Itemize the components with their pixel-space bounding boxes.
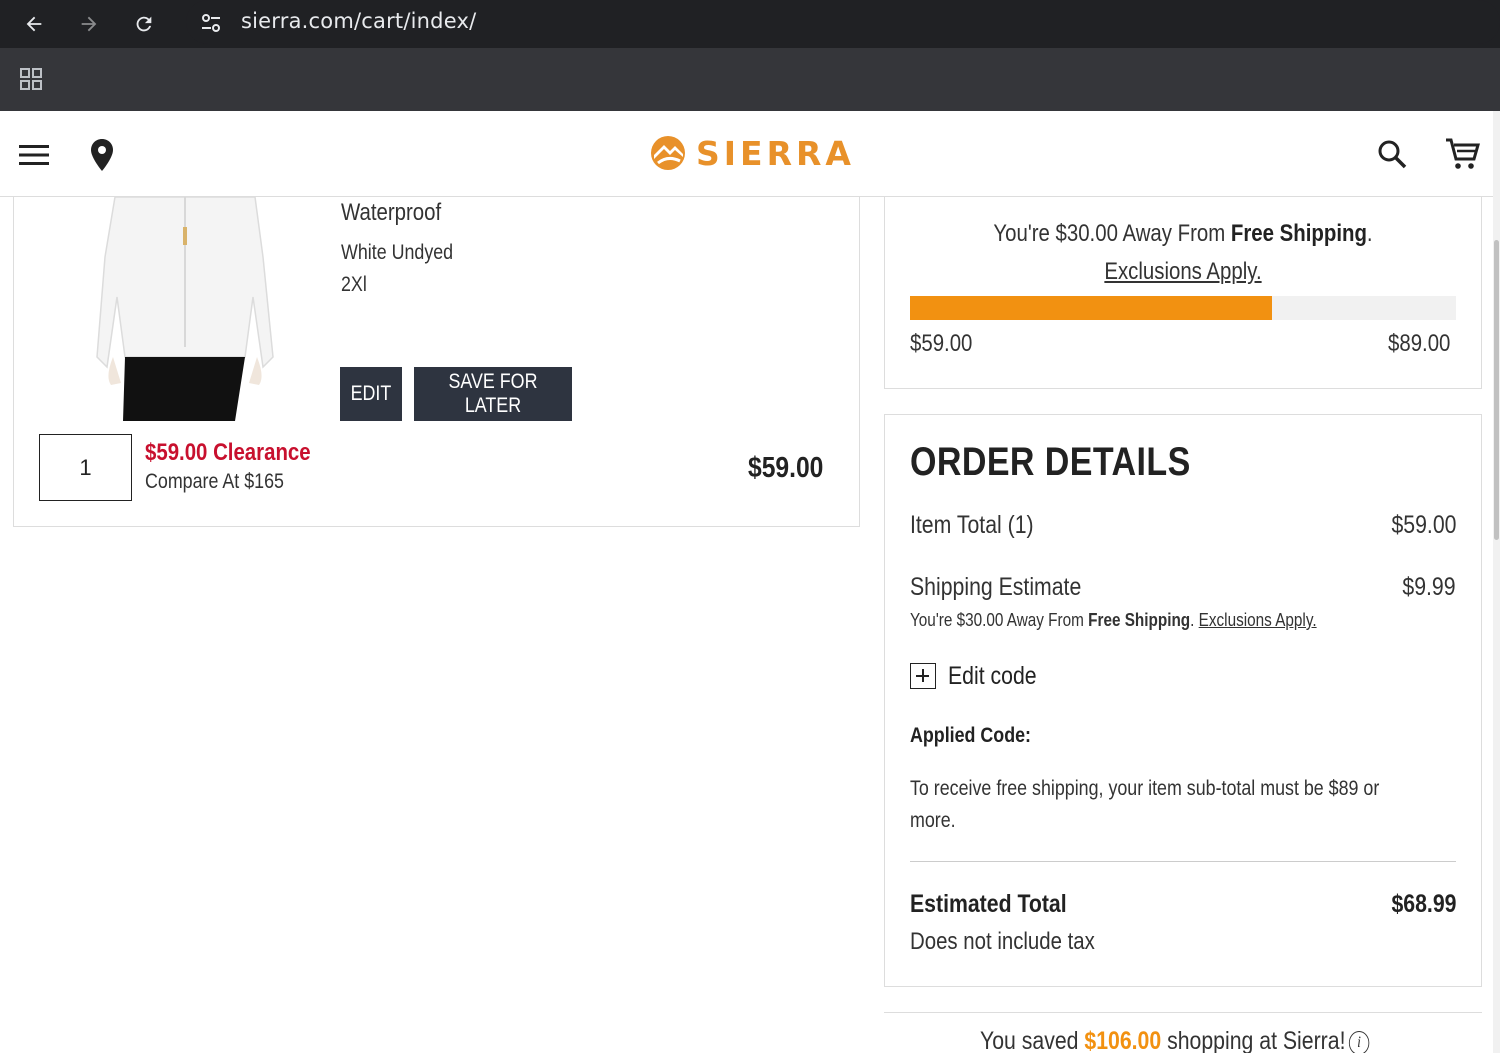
sale-price: $59.00 Clearance — [145, 439, 311, 466]
back-arrow-icon[interactable] — [18, 8, 50, 40]
shipping-msg-dot: . — [1366, 220, 1373, 247]
free-shipping-message: You're $30.00 Away From Free Shipping. E… — [910, 215, 1456, 291]
plus-square-icon[interactable] — [910, 663, 936, 689]
savings-prefix: You saved — [980, 1027, 1085, 1053]
product-name-line[interactable]: Waterproof — [341, 199, 441, 227]
applied-code-message: To receive free shipping, your item sub-… — [910, 777, 1380, 832]
free-shipping-progress-bar — [910, 296, 1456, 320]
shipping-note-prefix: You're $30.00 Away From — [910, 610, 1089, 630]
edit-button-label: EDIT — [350, 382, 392, 405]
shipping-estimate-note: You're $30.00 Away From Free Shipping. E… — [910, 610, 1317, 631]
order-details-title: ORDER DETAILS — [910, 440, 1191, 484]
progress-bar-fill — [910, 296, 1272, 320]
compare-price: Compare At $165 — [145, 470, 284, 493]
apps-grid-icon[interactable] — [20, 68, 42, 90]
order-details-divider — [910, 861, 1456, 862]
shipping-estimate-label: Shipping Estimate — [910, 573, 1082, 601]
exclusions-apply-link[interactable]: Exclusions Apply. — [1104, 258, 1261, 285]
applied-code-label: Applied Code: — [910, 724, 1031, 747]
edit-code-toggle[interactable]: Edit code — [948, 662, 1037, 691]
savings-amount: $106.00 — [1084, 1027, 1162, 1053]
product-color: White Undyed — [341, 241, 454, 264]
savings-message: You saved $106.00 shopping at Sierra! i — [980, 1027, 1370, 1053]
cart-icon[interactable] — [1444, 137, 1480, 171]
url-text[interactable]: sierra.com/cart/index/ — [241, 9, 476, 33]
line-total: $59.00 — [748, 452, 824, 484]
shipping-msg-prefix: You're $30.00 Away From — [993, 220, 1231, 247]
search-icon[interactable] — [1376, 138, 1408, 170]
menu-icon[interactable] — [19, 145, 49, 165]
quantity-input[interactable]: 1 — [39, 434, 132, 501]
progress-end-amount: $89.00 — [1388, 330, 1451, 357]
estimated-total-label: Estimated Total — [910, 890, 1067, 918]
sierra-logo-icon — [651, 136, 685, 170]
shipping-msg-bold: Free Shipping — [1230, 220, 1367, 247]
progress-start-amount: $59.00 — [910, 330, 973, 357]
edit-button[interactable]: EDIT — [340, 367, 402, 421]
estimated-total-value: $68.99 — [1391, 890, 1456, 918]
tax-note: Does not include tax — [910, 928, 1095, 955]
site-settings-icon[interactable] — [198, 10, 224, 36]
savings-suffix: shopping at Sierra! — [1161, 1027, 1346, 1053]
item-total-label: Item Total (1) — [910, 511, 1034, 539]
browser-bookmarks-bar — [0, 48, 1500, 111]
save-for-later-button[interactable]: SAVE FOR LATER — [414, 367, 572, 421]
shipping-note-dot: . — [1190, 610, 1199, 630]
reload-icon[interactable] — [128, 8, 160, 40]
shipping-note-bold: Free Shipping — [1088, 610, 1191, 630]
item-total-value: $59.00 — [1391, 511, 1456, 539]
info-icon[interactable]: i — [1348, 1031, 1370, 1053]
save-for-later-label: SAVE FOR LATER — [448, 370, 538, 417]
product-image[interactable] — [85, 197, 285, 421]
scrollbar-thumb[interactable] — [1494, 240, 1499, 540]
sierra-logo[interactable]: SIERRA — [648, 133, 855, 173]
savings-divider — [884, 1012, 1482, 1013]
shipping-estimate-value: $9.99 — [1402, 573, 1456, 601]
forward-arrow-icon[interactable] — [73, 8, 105, 40]
product-size: 2Xl — [341, 273, 367, 296]
logo-text: SIERRA — [696, 133, 855, 173]
shipping-note-exclusions-link[interactable]: Exclusions Apply. — [1199, 610, 1317, 630]
store-location-icon[interactable] — [89, 138, 115, 172]
